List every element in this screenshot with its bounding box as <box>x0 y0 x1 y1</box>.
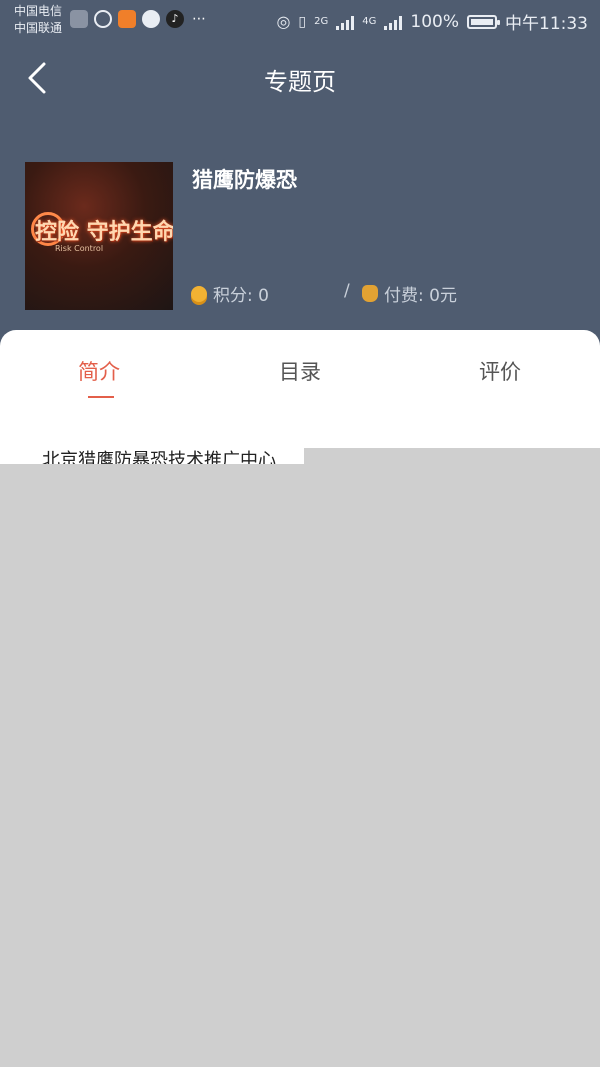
carrier-1: 中国电信 <box>14 4 63 18</box>
signal-icon-2 <box>384 14 403 30</box>
topic-name: 猎鹰防爆恐 <box>192 168 297 192</box>
vibrate-icon: ▯ <box>298 13 307 30</box>
loading-overlay-strip <box>304 448 600 464</box>
points-info: 积分: 0 <box>191 281 269 306</box>
system-status: ◎ ▯ 2G 4G 100% 中午11:33 <box>276 9 588 35</box>
tab-catalog[interactable]: 目录 <box>279 356 321 386</box>
network-4g-label: 4G <box>362 16 377 27</box>
clock: 中午11:33 <box>505 14 588 34</box>
content-card: 简介 目录 评价 北京猎鹰防暴恐技术推广中心 <box>0 330 600 471</box>
cover-subtext: Risk Control <box>55 244 104 253</box>
wifi-icon: ◎ <box>276 12 291 31</box>
tab-bar: 简介 目录 评价 <box>0 330 600 410</box>
uc-browser-icon <box>118 10 136 28</box>
points-label: 积分: 0 <box>213 286 269 306</box>
battery-icon <box>467 14 500 29</box>
loading-overlay <box>0 464 600 1067</box>
carrier-2: 中国联通 <box>14 21 63 35</box>
huawei-app-icon <box>70 10 88 28</box>
notification-icons: ♪ ⋯ <box>70 10 208 28</box>
carrier-info: 中国电信 中国联通 <box>14 3 62 37</box>
tiktok-icon: ♪ <box>166 10 184 28</box>
signal-icon-1 <box>336 14 355 30</box>
status-bar: 中国电信 中国联通 ♪ ⋯ ◎ ▯ 2G 4G 100% 中午11:33 <box>0 0 600 42</box>
hotspot-icon <box>94 10 112 28</box>
message-icon <box>142 10 160 28</box>
tab-reviews[interactable]: 评价 <box>479 356 521 386</box>
coin-icon <box>191 285 207 302</box>
money-bag-icon <box>362 285 378 302</box>
page-title: 专题页 <box>264 68 336 96</box>
cover-text: 控险 守护生命 <box>35 220 173 245</box>
more-icon: ⋯ <box>192 11 206 27</box>
fee-label: 付费: 0元 <box>384 286 457 306</box>
fee-info: 付费: 0元 <box>362 281 457 306</box>
battery-percent: 100% <box>410 11 459 32</box>
meta-separator: / <box>344 281 350 301</box>
active-tab-indicator <box>88 396 114 398</box>
tab-intro[interactable]: 简介 <box>78 356 120 386</box>
topic-cover-image: 控险 守护生命 Risk Control <box>25 162 173 310</box>
network-2g-label: 2G <box>314 16 329 27</box>
